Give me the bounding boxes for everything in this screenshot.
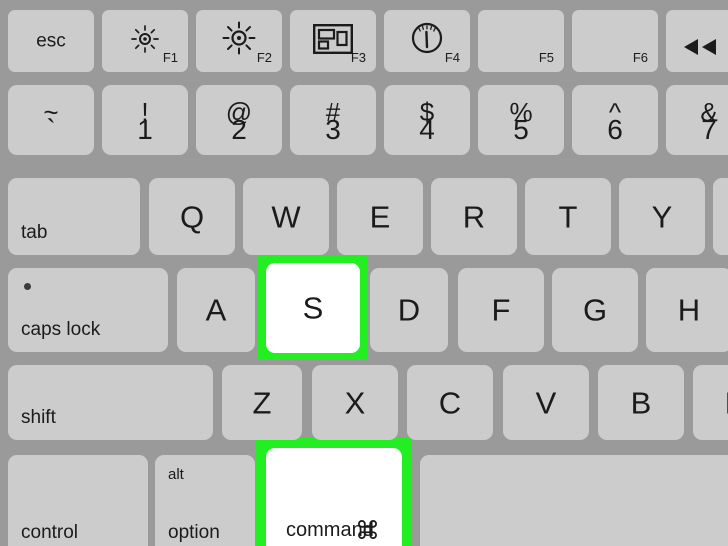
key-q-label: Q [179,199,205,234]
key-f5[interactable]: F5 [478,10,564,72]
key-v[interactable]: V [503,365,589,440]
key-f2-fn-label: F2 [256,50,272,65]
key-f6[interactable]: F6 [572,10,658,72]
key-y-label: Y [651,199,673,234]
key-space[interactable] [420,455,728,546]
key-f2[interactable]: F2 [196,10,282,72]
key-5-base-glyph: 5 [513,114,529,145]
key-q[interactable]: Q [149,178,235,255]
key-a-label: A [205,292,227,328]
key-t[interactable]: T [525,178,611,255]
key-d[interactable]: D [370,268,448,352]
key-u-label: U [713,201,728,232]
brightness-high-icon [219,21,259,57]
dashboard-gauge-icon [410,21,444,55]
laptop-keyboard: esc F1 F2 F3 F4 F5 F6 ~ ` ! 1 @ 2 # 3 $ … [0,0,728,546]
key-tab-label: tab [21,222,48,243]
key-t-label: T [558,199,578,234]
key-6-base-glyph: 6 [607,114,623,145]
key-h[interactable]: H [646,268,728,352]
key-option[interactable]: alt option [155,455,255,546]
key-y[interactable]: Y [619,178,705,255]
key-tab[interactable]: tab [8,178,140,255]
key-5[interactable]: % 5 [478,85,564,155]
key-b-label: B [630,385,652,420]
key-c[interactable]: C [407,365,493,440]
key-z[interactable]: Z [222,365,302,440]
key-s[interactable]: S [266,263,360,353]
key-3-base-glyph: 3 [325,114,341,145]
key-u[interactable]: U [713,178,728,255]
key-7[interactable]: & 7 [666,85,728,155]
key-w[interactable]: W [243,178,329,255]
key-r-label: R [462,199,486,234]
key-control[interactable]: control [8,455,148,546]
key-f4[interactable]: F4 [384,10,470,72]
rewind-icon [676,37,722,62]
mission-control-icon [313,24,353,54]
key-f1-fn-label: F1 [162,50,178,65]
key-7-base-glyph: 7 [701,114,717,145]
key-x[interactable]: X [312,365,398,440]
key-shift[interactable]: shift [8,365,213,440]
key-esc-label: esc [36,30,66,52]
key-option-label: option [168,522,220,543]
key-x-label: X [344,385,366,420]
key-v-label: V [535,385,557,420]
key-f3-fn-label: F3 [350,50,366,65]
key-option-alt-label: alt [168,466,184,483]
key-n[interactable]: N [693,365,728,440]
key-shift-label: shift [21,407,56,428]
key-f5-fn-label: F5 [538,50,554,65]
key-1-base-glyph: 1 [137,114,153,145]
key-command[interactable]: command ⌘ [266,448,402,546]
key-a[interactable]: A [177,268,255,352]
key-3[interactable]: # 3 [290,85,376,155]
key-6[interactable]: ^ 6 [572,85,658,155]
key-f4-fn-label: F4 [444,50,460,65]
caps-lock-indicator-icon [24,283,31,290]
key-f6-fn-label: F6 [632,50,648,65]
key-4-base-glyph: 4 [419,114,435,145]
command-symbol-icon: ⌘ [355,517,380,545]
key-g[interactable]: G [552,268,638,352]
key-r[interactable]: R [431,178,517,255]
key-1[interactable]: ! 1 [102,85,188,155]
key-h-label: H [677,292,701,328]
key-z-label: Z [252,385,272,420]
key-2[interactable]: @ 2 [196,85,282,155]
key-f[interactable]: F [458,268,544,352]
key-esc[interactable]: esc [8,10,94,72]
key-f-label: F [491,292,511,328]
key-tilde[interactable]: ~ ` [8,85,94,155]
key-c-label: C [438,385,462,420]
key-w-label: W [271,199,301,234]
key-f1[interactable]: F1 [102,10,188,72]
key-f3[interactable]: F3 [290,10,376,72]
key-control-label: control [21,522,79,543]
key-2-base-glyph: 2 [231,114,247,145]
brightness-low-icon [128,24,162,54]
key-tilde-base-glyph: ` [46,114,56,145]
key-caps-lock-label: caps lock [21,319,101,340]
key-n-label: N [693,387,728,418]
key-e[interactable]: E [337,178,423,255]
key-e-label: E [369,199,391,234]
key-f7[interactable] [666,10,728,72]
key-4[interactable]: $ 4 [384,85,470,155]
key-d-label: D [397,292,421,328]
key-caps-lock[interactable]: caps lock [8,268,168,352]
key-b[interactable]: B [598,365,684,440]
key-s-label: S [302,290,324,326]
key-g-label: G [582,292,608,328]
